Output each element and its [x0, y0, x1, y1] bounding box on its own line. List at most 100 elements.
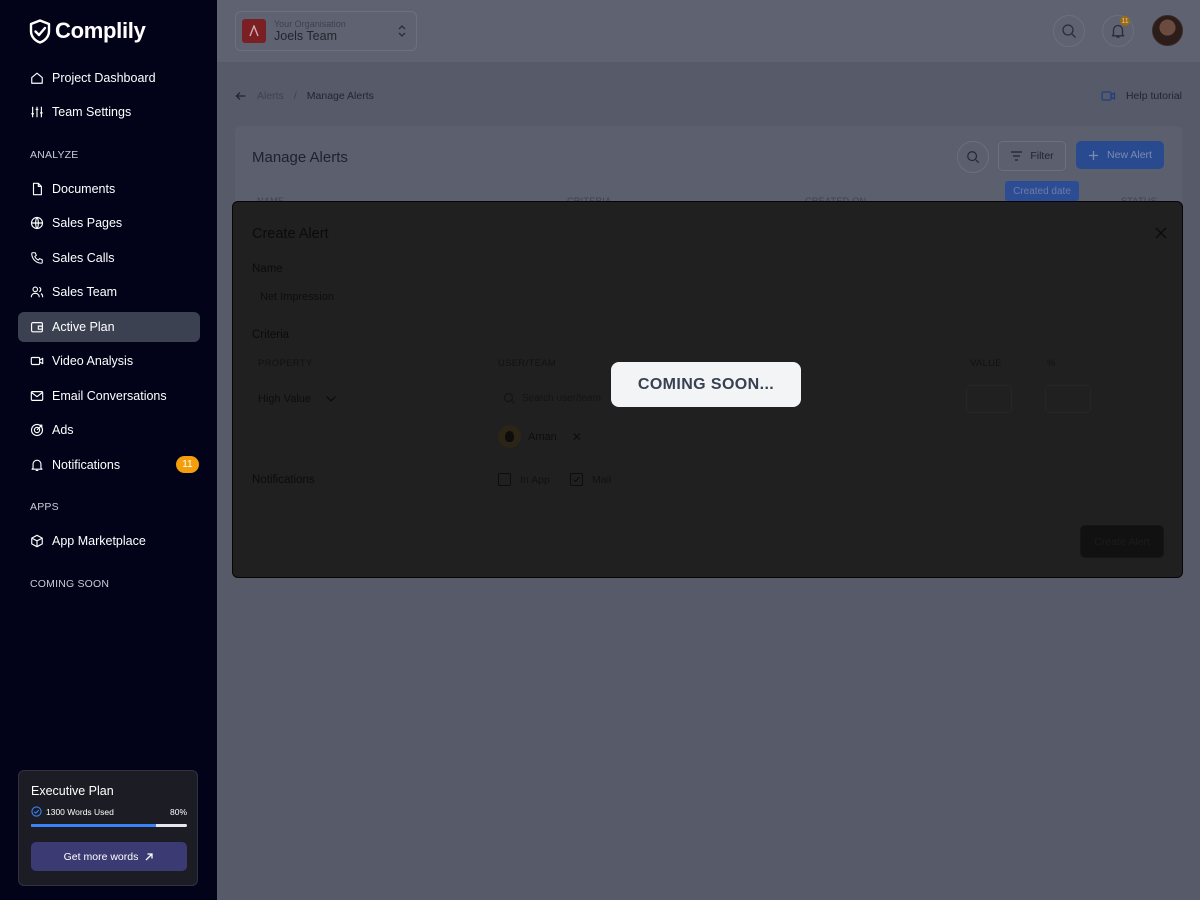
criteria-label: Criteria — [252, 329, 290, 341]
notify-in-app-checkbox[interactable]: In App — [498, 473, 550, 486]
nav-sales-team[interactable]: Sales Team — [18, 277, 200, 307]
checkmark-icon — [573, 476, 580, 483]
notifications-count-badge: 11 — [176, 456, 199, 473]
plan-title: Executive Plan — [31, 784, 114, 798]
page-title: Manage Alerts — [252, 149, 348, 166]
property-select-value: High Value — [258, 393, 311, 405]
global-search-button[interactable] — [1053, 15, 1085, 47]
section-coming-soon: COMING SOON — [30, 578, 110, 590]
section-analyze: ANALYZE — [30, 149, 79, 161]
video-icon — [1101, 91, 1116, 101]
nav-notifications[interactable]: Notifications 11 — [18, 450, 200, 480]
nav-documents[interactable]: Documents — [18, 174, 200, 204]
nav-ads[interactable]: Ads — [18, 415, 200, 445]
arrow-up-right-icon — [145, 852, 153, 860]
nav-label: Video Analysis — [52, 354, 134, 368]
sidebar: Complily Project Dashboard Team Settings… — [0, 0, 217, 900]
nav-label: Email Conversations — [52, 389, 167, 403]
nav-label: Documents — [52, 182, 116, 196]
selected-user-chip: Aman ✕ — [498, 425, 582, 448]
plan-usage-percent: 80% — [169, 806, 187, 817]
phone-icon — [31, 252, 43, 264]
nav-label: Sales Team — [52, 285, 118, 299]
breadcrumb-parent[interactable]: Alerts — [257, 90, 284, 102]
arrow-left-icon[interactable] — [235, 90, 247, 102]
file-icon — [32, 182, 42, 196]
coming-soon-toast: COMING SOON... — [611, 362, 801, 407]
brand-name: Complily — [55, 18, 146, 43]
nav-video-analysis[interactable]: Video Analysis — [18, 346, 200, 376]
target-icon — [30, 423, 44, 437]
nav-active-plan[interactable]: Active Plan — [18, 312, 200, 342]
create-alert-button[interactable]: Create Alert — [1080, 525, 1164, 558]
breadcrumb-separator: / — [293, 90, 297, 102]
nav-label: Team Settings — [52, 105, 132, 119]
organisation-label: Your Organisation — [274, 19, 346, 29]
nav-label: Notifications — [52, 458, 121, 472]
nav-team-settings[interactable]: Team Settings — [18, 97, 200, 127]
selected-user-name: Aman — [528, 430, 557, 443]
plus-icon — [1089, 150, 1099, 160]
notifications-button[interactable]: 11 — [1102, 15, 1134, 47]
plan-card: Executive Plan 1300 Words Used 80% Get m… — [18, 770, 198, 886]
notify-mail-label: Mail — [592, 473, 612, 486]
section-apps: APPS — [30, 501, 59, 513]
criteria-header-percent: % — [1047, 358, 1056, 369]
selected-user-avatar — [498, 425, 521, 448]
modal-title: Create Alert — [252, 226, 329, 242]
filter-label: Filter — [1030, 150, 1054, 162]
box-icon — [31, 534, 43, 548]
organisation-switcher[interactable]: Your Organisation Joels Team — [235, 11, 417, 51]
nav-label: Active Plan — [52, 320, 115, 334]
percent-input[interactable] — [1045, 385, 1091, 413]
name-label: Name — [252, 263, 283, 275]
mail-icon — [30, 391, 44, 401]
shield-check-icon — [29, 18, 51, 44]
name-input[interactable]: Net Impression — [260, 291, 334, 303]
filter-button[interactable]: Filter — [998, 141, 1066, 171]
top-bar: Your Organisation Joels Team 11 — [217, 0, 1200, 62]
help-tutorial-link[interactable]: Help tutorial — [1101, 90, 1182, 102]
alerts-search-button[interactable] — [957, 141, 989, 173]
value-input[interactable] — [966, 385, 1012, 413]
plan-usage: 1300 Words Used 80% — [31, 806, 187, 817]
get-more-words-button[interactable]: Get more words — [31, 842, 187, 871]
plan-progress-bar — [31, 824, 187, 827]
criteria-header-value: VALUE — [970, 358, 1002, 369]
nav-label: Ads — [52, 423, 74, 437]
remove-user-icon[interactable]: ✕ — [572, 430, 582, 444]
globe-icon — [30, 216, 44, 230]
notification-badge: 11 — [1120, 16, 1130, 26]
nav-sales-pages[interactable]: Sales Pages — [18, 208, 200, 238]
close-icon[interactable] — [1154, 226, 1168, 240]
brand-logo[interactable]: Complily — [29, 18, 146, 44]
bell-icon — [31, 459, 43, 471]
org-mark-icon — [249, 25, 259, 37]
breadcrumb: Alerts / Manage Alerts — [235, 90, 374, 102]
plan-usage-label: 1300 Words Used — [46, 806, 114, 817]
nav-app-marketplace[interactable]: App Marketplace — [18, 526, 200, 556]
criteria-header-user-team: USER/TEAM — [498, 358, 557, 369]
property-select[interactable]: High Value — [258, 393, 337, 405]
video-icon — [30, 356, 44, 366]
filter-icon — [1011, 151, 1023, 161]
help-tutorial-label: Help tutorial — [1125, 90, 1182, 102]
nav-label: Project Dashboard — [52, 71, 156, 85]
sort-created-date-chip[interactable]: Created date — [1005, 181, 1079, 201]
breadcrumb-current: Manage Alerts — [306, 90, 374, 102]
organisation-logo — [242, 19, 266, 43]
notify-in-app-label: In App — [520, 473, 550, 486]
notify-mail-checkbox[interactable]: Mail — [570, 473, 611, 486]
nav-label: App Marketplace — [52, 534, 146, 548]
checkbox-unchecked — [498, 473, 511, 486]
nav-email-conversations[interactable]: Email Conversations — [18, 381, 200, 411]
nav-sales-calls[interactable]: Sales Calls — [18, 243, 200, 273]
user-avatar[interactable] — [1152, 15, 1183, 46]
nav-project-dashboard[interactable]: Project Dashboard — [18, 63, 200, 93]
wallet-icon — [31, 322, 43, 333]
new-alert-button[interactable]: New Alert — [1076, 141, 1164, 169]
search-icon — [1062, 24, 1076, 38]
search-icon — [503, 392, 515, 404]
user-search-input[interactable]: Search user/team — [503, 392, 601, 405]
home-icon — [31, 72, 43, 84]
